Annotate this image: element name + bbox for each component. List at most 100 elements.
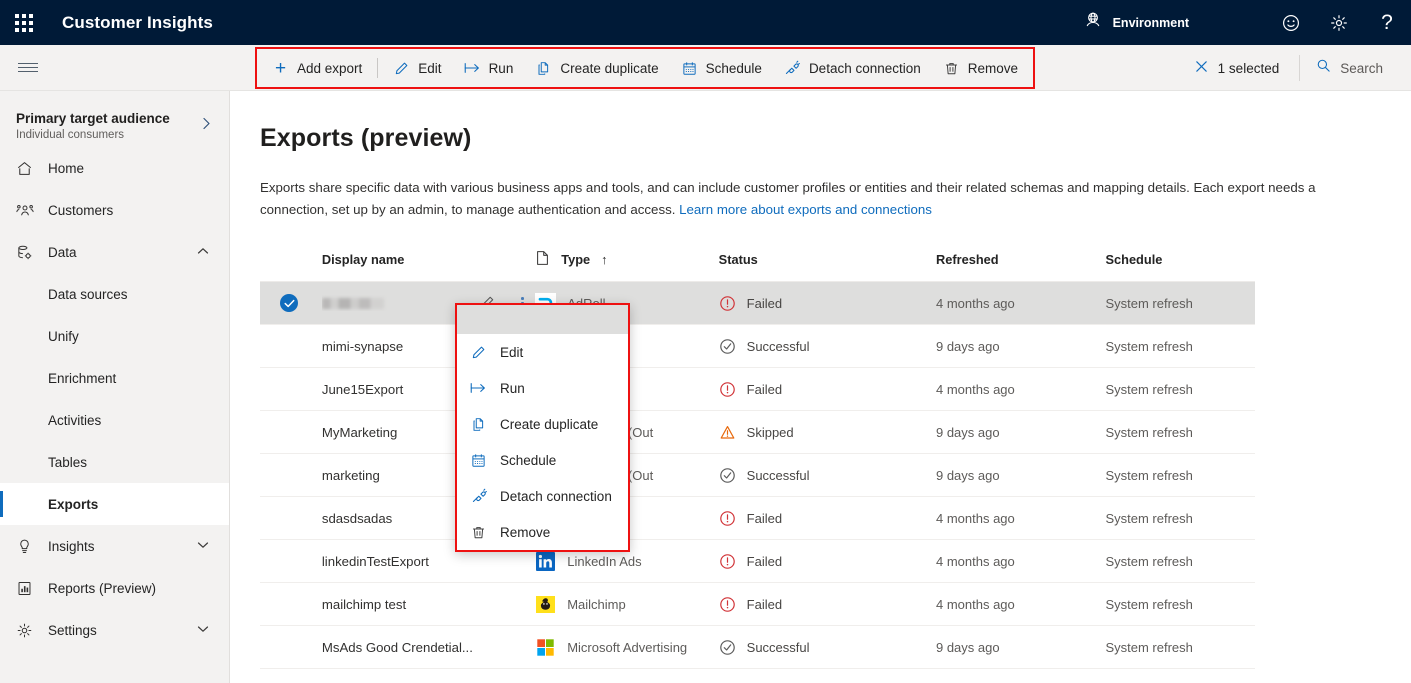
error-icon	[719, 596, 736, 613]
create-duplicate-button[interactable]: Create duplicate	[524, 50, 669, 86]
column-header-display-name[interactable]: Display name	[322, 252, 509, 267]
main-content: Exports (preview) Exports share specific…	[230, 91, 1411, 683]
sidebar-item-exports[interactable]: Exports	[0, 483, 229, 525]
clear-selection-button[interactable]: 1 selected	[1186, 53, 1294, 83]
gear-icon[interactable]	[1315, 0, 1363, 45]
context-menu-detach-connection[interactable]: Detach connection	[457, 478, 628, 514]
chevron-down-icon	[197, 624, 209, 636]
sidebar-item-home[interactable]: Home	[0, 147, 229, 189]
cell-refreshed: 9 days ago	[935, 424, 1000, 440]
column-header-refreshed[interactable]: Refreshed	[936, 252, 1105, 267]
toolbar-divider	[1299, 55, 1301, 81]
run-label: Run	[488, 60, 514, 76]
app-launcher-button[interactable]	[0, 0, 48, 45]
customer-insights-app: Customer Insights Environment ? + Add ex…	[0, 0, 1411, 683]
sidebar-item-label: Data sources	[48, 286, 128, 302]
environment-selector[interactable]: Environment	[1083, 10, 1189, 35]
cell-schedule: System refresh	[1105, 553, 1193, 569]
copy-icon	[535, 60, 552, 77]
sidebar-item-data[interactable]: Data	[0, 231, 229, 273]
sidebar-item-label: Reports (Preview)	[48, 580, 157, 596]
cell-refreshed: 4 months ago	[935, 596, 1015, 612]
detach-connection-button[interactable]: Detach connection	[773, 50, 932, 86]
sidebar-item-label: Activities	[48, 412, 102, 428]
page-title: Exports (preview)	[260, 124, 472, 152]
row-checkbox[interactable]	[260, 294, 322, 312]
add-export-button[interactable]: + Add export	[261, 50, 373, 86]
people-icon	[16, 202, 40, 219]
cell-refreshed: 9 days ago	[935, 467, 1000, 483]
sidebar-item-data-sources[interactable]: Data sources	[0, 273, 229, 315]
cell-status: Successful	[719, 639, 936, 656]
cell-schedule: System refresh	[1105, 381, 1193, 397]
sidebar-item-activities[interactable]: Activities	[0, 399, 229, 441]
table-row[interactable]: sdasdsadas Failed 4 months ago System re…	[260, 497, 1255, 540]
table-row[interactable]: mimi-synapse Analytics Successful 9 days…	[260, 325, 1255, 368]
copy-icon	[470, 417, 487, 432]
table-row[interactable]: AdRoll Failed 4 months ago System refres…	[260, 282, 1255, 325]
context-menu-edit[interactable]: Edit	[457, 334, 628, 370]
cell-schedule: System refresh	[1105, 639, 1193, 655]
cell-refreshed: 4 months ago	[935, 510, 1015, 526]
table-row[interactable]: marketing Marketing (Out Successful 9 da…	[260, 454, 1255, 497]
chevron-up-icon	[197, 246, 209, 258]
context-menu-create-duplicate[interactable]: Create duplicate	[457, 406, 628, 442]
remove-button[interactable]: Remove	[932, 50, 1029, 86]
page-description: Exports share specific data with various…	[260, 177, 1381, 221]
column-header-status[interactable]: Status	[719, 252, 936, 267]
column-header-type[interactable]: Type ↑	[535, 250, 718, 269]
context-menu-label: Detach connection	[500, 488, 612, 504]
lightbulb-icon	[16, 538, 40, 555]
help-icon[interactable]: ?	[1363, 0, 1411, 45]
sidebar-item-tables[interactable]: Tables	[0, 441, 229, 483]
add-export-label: Add export	[297, 60, 363, 76]
cell-status: Successful	[719, 467, 936, 484]
search-input[interactable]: Search	[1306, 53, 1393, 83]
trash-icon	[943, 60, 960, 77]
chevron-down-icon	[197, 540, 209, 552]
cell-schedule: System refresh	[1105, 424, 1193, 440]
sidebar-item-reports[interactable]: Reports (Preview)	[0, 567, 229, 609]
hamburger-menu-button[interactable]	[0, 45, 56, 91]
table-row[interactable]: linkedinTestExport LinkedIn Ads Failed 4…	[260, 540, 1255, 583]
sidebar: Primary target audience Individual consu…	[0, 91, 230, 683]
cell-schedule: System refresh	[1105, 596, 1193, 612]
sidebar-item-unify[interactable]: Unify	[0, 315, 229, 357]
context-menu-schedule[interactable]: Schedule	[457, 442, 628, 478]
schedule-button[interactable]: Schedule	[670, 50, 773, 86]
context-menu-label: Create duplicate	[500, 416, 599, 432]
context-menu-label: Edit	[500, 344, 524, 360]
table-row[interactable]: mailchimp test Mailchimp Failed 4 months…	[260, 583, 1255, 626]
run-button[interactable]: Run	[453, 50, 525, 86]
status-label: Skipped	[746, 424, 794, 440]
error-icon	[719, 295, 736, 312]
sidebar-item-label: Unify	[48, 328, 79, 344]
table-row[interactable]: June15Export Failed 4 months ago System …	[260, 368, 1255, 411]
smiley-icon[interactable]	[1267, 0, 1315, 45]
table-row[interactable]: MyMarketing Marketing (Out Skipped	[260, 411, 1255, 454]
context-menu-remove[interactable]: Remove	[457, 514, 628, 550]
table-row[interactable]: MsAds Good Crendetial... Microsoft Adver…	[260, 626, 1255, 669]
column-header-schedule[interactable]: Schedule	[1105, 252, 1255, 267]
status-label: Successful	[746, 467, 810, 483]
sidebar-item-settings[interactable]: Settings	[0, 609, 229, 651]
cell-status: Failed	[719, 510, 936, 527]
sidebar-item-label: Settings	[48, 622, 97, 638]
sidebar-item-enrichment[interactable]: Enrichment	[0, 357, 229, 399]
audience-selector[interactable]: Primary target audience Individual consu…	[0, 91, 229, 147]
report-chart-icon	[16, 580, 40, 597]
environment-label: Environment	[1112, 15, 1189, 30]
search-icon	[1316, 58, 1331, 78]
microsoft-icon	[535, 637, 556, 658]
edit-button[interactable]: Edit	[382, 50, 452, 86]
cell-refreshed: 4 months ago	[935, 553, 1015, 569]
type-label: LinkedIn Ads	[567, 553, 642, 569]
waffle-icon	[15, 13, 33, 32]
context-menu-run[interactable]: Run	[457, 370, 628, 406]
sidebar-item-insights[interactable]: Insights	[0, 525, 229, 567]
sidebar-item-customers[interactable]: Customers	[0, 189, 229, 231]
error-icon	[719, 553, 736, 570]
learn-more-link[interactable]: Learn more about exports and connections	[679, 202, 932, 217]
column-label: Display name	[321, 252, 405, 267]
home-icon	[16, 160, 40, 177]
